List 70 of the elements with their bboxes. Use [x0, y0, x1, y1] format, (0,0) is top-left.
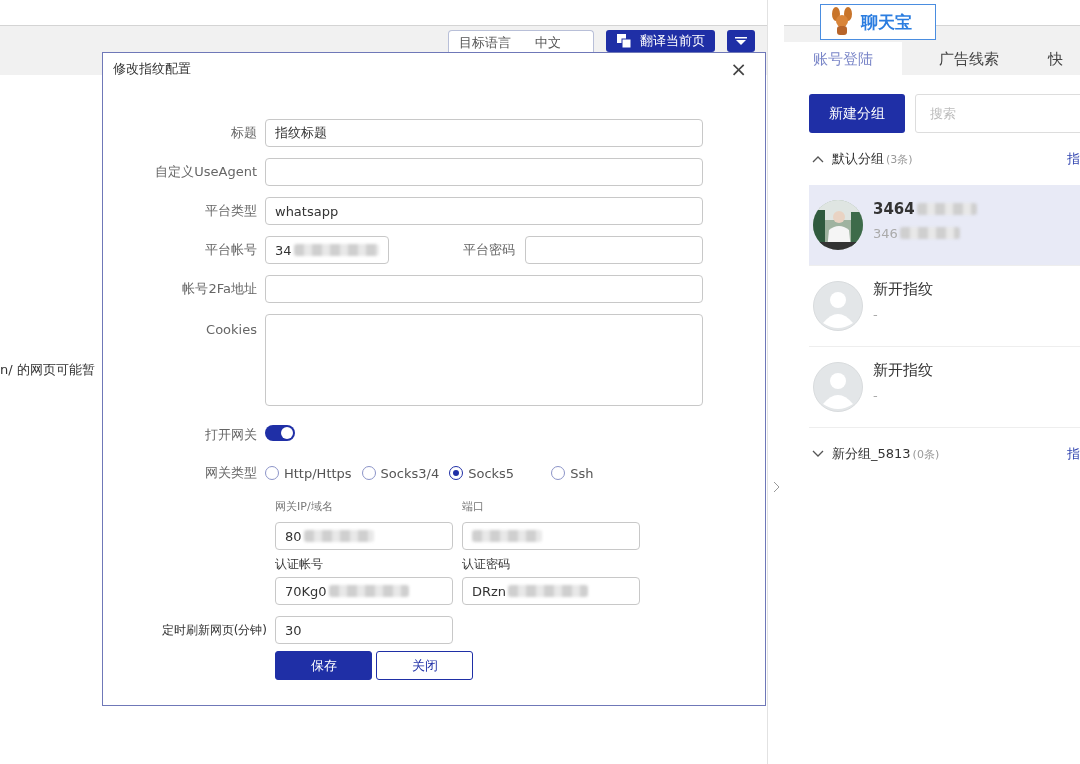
panel-tab[interactable]: 广告线索	[902, 42, 1035, 76]
radio-option[interactable]: Socks3/4	[361, 465, 440, 481]
input-field[interactable]	[462, 522, 640, 550]
input-field[interactable]: whatsapp	[265, 197, 703, 225]
chevron-up-icon[interactable]	[812, 155, 824, 163]
radio-option[interactable]: Http/Https	[265, 465, 352, 481]
field-label: 网关IP/域名	[275, 499, 334, 515]
field-label: 自定义UseAgent	[154, 163, 257, 181]
panel-tab[interactable]: 快	[1035, 42, 1063, 76]
avatar-placeholder-icon	[813, 362, 863, 412]
translate-button[interactable]: 翻译当前页	[606, 30, 715, 52]
input-field[interactable]: 80	[275, 522, 453, 550]
group-action-link[interactable]: 指	[1067, 445, 1080, 463]
search-field[interactable]: 搜索	[915, 94, 1080, 133]
field-label: 标题	[230, 124, 257, 142]
close-button[interactable]: 关闭	[376, 651, 473, 680]
input-field[interactable]: 指纹标题	[265, 119, 703, 147]
field-label: 网关类型	[204, 464, 257, 482]
radio-label: Ssh	[570, 465, 594, 481]
radio-label: Http/Https	[284, 465, 352, 481]
rabbit-mascot-icon	[829, 7, 855, 37]
radio-label: Socks5	[468, 465, 515, 481]
dialog-title: 修改指纹配置	[113, 60, 191, 78]
close-button[interactable]: ×	[730, 57, 747, 81]
group-action-link[interactable]: 指	[1067, 150, 1080, 168]
new-group-button[interactable]: 新建分组	[809, 94, 905, 133]
radio-option[interactable]: Ssh	[551, 465, 594, 481]
input-field[interactable]	[265, 158, 703, 186]
field-label: 定时刷新网页(分钟)	[160, 621, 267, 639]
field-label: Cookies	[205, 321, 257, 337]
gateway-switch[interactable]	[265, 425, 295, 441]
input-field[interactable]: 34	[265, 236, 389, 264]
group-name: 新分组_5813	[832, 445, 911, 463]
input-field[interactable]: 70Kg0	[275, 577, 453, 605]
logo-text: 聊天宝	[861, 10, 912, 34]
caret-down-icon	[735, 37, 747, 45]
field-label: 平台密码	[462, 241, 515, 259]
chevron-right-icon[interactable]	[772, 481, 780, 493]
page-message: n/ 的网页可能暂	[0, 361, 96, 379]
radio-label: Socks3/4	[380, 465, 440, 481]
avatar-placeholder-icon	[813, 281, 863, 331]
account-title: 新开指纹	[873, 361, 933, 380]
field-label: 平台类型	[204, 202, 257, 220]
account-title: 3464	[873, 199, 977, 218]
field-label: 平台帐号	[204, 241, 257, 259]
account-title: 新开指纹	[873, 280, 933, 299]
target-language-field[interactable]: 目标语言 中文	[448, 30, 594, 52]
password-field[interactable]	[525, 236, 703, 264]
account-subtitle: -	[873, 388, 879, 403]
account-subtitle: 346	[873, 225, 977, 241]
save-button[interactable]: 保存	[275, 651, 372, 680]
field-label: 认证密码	[462, 556, 511, 573]
account-item[interactable]: 3464 346	[809, 185, 1080, 266]
group-count: (3条)	[886, 151, 913, 167]
input-field[interactable]	[265, 275, 703, 303]
radio-option[interactable]: Socks5	[449, 465, 542, 481]
dropdown-button[interactable]	[727, 30, 755, 52]
redaction-blur	[899, 227, 960, 239]
account-subtitle: -	[873, 307, 879, 322]
field-label: 认证帐号	[275, 556, 324, 573]
input-field[interactable]: DRzn	[462, 577, 640, 605]
field-label: 帐号2Fa地址	[181, 280, 257, 298]
group-count: (0条)	[912, 446, 940, 462]
field-label: 端口	[462, 499, 485, 515]
translate-icon	[616, 33, 632, 49]
input-field[interactable]: 30	[275, 616, 453, 644]
group-name: 默认分组	[832, 150, 884, 168]
chevron-down-icon[interactable]	[812, 450, 824, 458]
cookies-field[interactable]	[265, 314, 703, 406]
field-label: 打开网关	[204, 426, 257, 444]
